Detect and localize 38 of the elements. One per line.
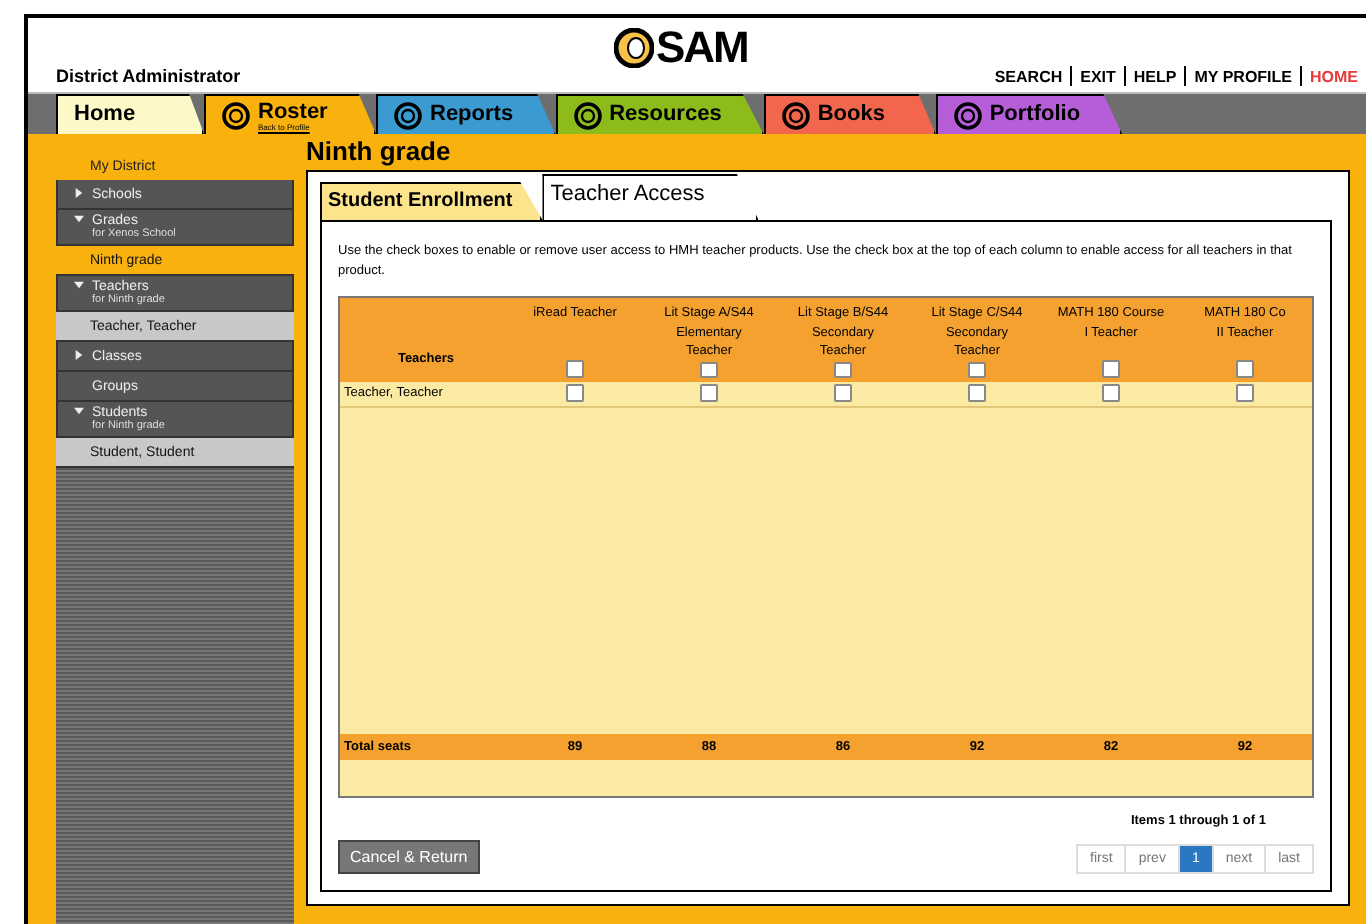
nav-tab[interactable]: Home (56, 94, 204, 134)
caret-right-icon[interactable] (73, 187, 83, 197)
header-link[interactable]: EXIT (1080, 67, 1116, 85)
checkbox[interactable] (700, 362, 718, 378)
checkbox[interactable] (700, 384, 718, 403)
circle-icon (781, 101, 810, 129)
header-link[interactable]: HOME (1310, 67, 1358, 85)
tab[interactable]: Student Enrollment (320, 182, 543, 220)
checkbox[interactable] (968, 362, 986, 378)
tab[interactable]: Teacher Access (542, 174, 759, 220)
nav-tab[interactable]: Portfolio (935, 94, 1123, 134)
caret-down-icon[interactable] (73, 406, 83, 416)
nav-tab[interactable]: Reports (376, 94, 556, 134)
checkbox[interactable] (566, 384, 584, 403)
circle-icon (953, 101, 982, 129)
checkbox[interactable] (968, 384, 986, 403)
checkbox[interactable] (1102, 384, 1120, 403)
caret-down-icon[interactable] (73, 214, 83, 224)
checkbox[interactable] (1236, 384, 1254, 403)
circle-icon (222, 102, 250, 130)
nav-tab[interactable]: Resources (555, 94, 764, 134)
header-link[interactable]: SEARCH (994, 67, 1063, 85)
checkbox[interactable] (834, 384, 852, 403)
nav-tab[interactable]: Books (763, 94, 936, 134)
user-role: District Administrator (56, 66, 241, 86)
header-link[interactable]: HELP (1133, 67, 1177, 85)
checkbox[interactable] (566, 359, 584, 378)
checkbox[interactable] (834, 362, 852, 378)
cancel-return-button[interactable]: Cancel & Return (338, 840, 480, 874)
caret-right-icon[interactable] (73, 349, 83, 359)
header-link[interactable]: MY PROFILE (1194, 67, 1292, 85)
logo-text: SAM (656, 22, 748, 74)
circle-icon (573, 101, 602, 129)
checkbox[interactable] (1236, 359, 1254, 378)
checkbox[interactable] (1102, 359, 1120, 378)
circle-icon (394, 101, 422, 129)
page-title: Ninth grade (306, 134, 453, 170)
caret-down-icon[interactable] (73, 280, 83, 290)
